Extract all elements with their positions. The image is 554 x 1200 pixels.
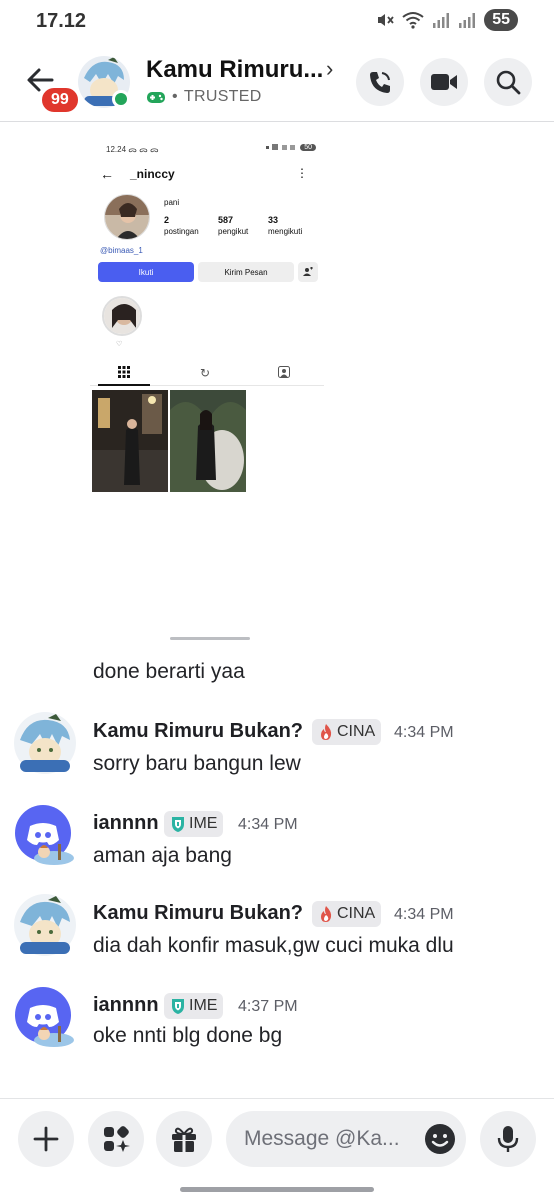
video-camera-icon	[431, 74, 457, 90]
embedded-message-button: Kirim Pesan	[198, 262, 294, 282]
embedded-tagged-icon	[278, 366, 290, 381]
message-author[interactable]: iannnn	[93, 812, 159, 835]
clan-tag[interactable]: IME	[164, 993, 224, 1019]
status-time: 17.12	[36, 10, 87, 32]
message-author[interactable]: Kamu Rimuru Bukan?	[93, 720, 303, 743]
status-icons: 55	[376, 9, 518, 31]
search-button[interactable]	[484, 58, 532, 106]
message-text: dia dah konfir masuk,gw cuci muka dlu	[93, 934, 454, 957]
avatar[interactable]	[14, 712, 76, 774]
avatar[interactable]	[14, 986, 76, 1048]
clan-tag[interactable]: CINA	[312, 901, 382, 927]
image-attachment[interactable]: 12.24 ᯅ ᯅ ᯅ 50 ← _ninccy ⋮ pani 2 posting…	[90, 136, 328, 496]
avatar[interactable]	[14, 894, 76, 956]
embedded-back-icon: ←	[100, 166, 114, 182]
message-timestamp: 4:37 PM	[238, 998, 298, 1015]
message-author[interactable]: Kamu Rimuru Bukan?	[93, 902, 303, 925]
message-input[interactable]: Message @Ka...	[226, 1111, 466, 1167]
embedded-stat-following: 33 mengikuti	[268, 215, 303, 236]
add-attachment-button[interactable]	[18, 1111, 74, 1167]
flame-icon	[321, 724, 332, 740]
microphone-icon	[497, 1126, 519, 1152]
message-text: oke nnti blg done bg	[93, 1024, 283, 1047]
shield-icon	[172, 817, 184, 832]
clan-tag[interactable]: IME	[164, 811, 224, 837]
shield-icon	[172, 999, 184, 1014]
contact-subtitle: • TRUSTED	[146, 88, 262, 106]
gamepad-icon	[147, 92, 165, 103]
embedded-battery: 50	[300, 143, 316, 151]
embedded-reels-icon: ↻	[200, 366, 211, 380]
embedded-post-2	[170, 390, 246, 492]
home-indicator	[180, 1187, 374, 1192]
gift-button[interactable]	[156, 1111, 212, 1167]
phone-icon	[370, 72, 390, 93]
image-divider	[170, 637, 250, 640]
status-bar: 17.12 55	[0, 0, 554, 44]
trusted-label: TRUSTED	[183, 88, 262, 105]
online-status-dot	[112, 90, 130, 108]
message-timestamp: 4:34 PM	[394, 906, 454, 923]
flame-icon	[321, 906, 332, 922]
wifi-icon	[402, 12, 424, 29]
embedded-display-name: pani	[164, 198, 180, 207]
voice-call-button[interactable]	[356, 58, 404, 106]
embedded-status-time: 12.24 ᯅ ᯅ ᯅ	[106, 145, 159, 154]
message-composer: Message @Ka...	[0, 1098, 554, 1182]
message-text: sorry baru bangun lew	[93, 752, 301, 775]
message-text: done berarti yaa	[93, 660, 245, 683]
embedded-more-icon: ⋮	[296, 166, 308, 180]
embedded-story-highlight	[102, 296, 142, 336]
embedded-follow-button: Ikuti	[98, 262, 194, 282]
plus-icon	[33, 1126, 59, 1152]
clan-tag[interactable]: CINA	[312, 719, 382, 745]
apps-button[interactable]	[88, 1111, 144, 1167]
message-timestamp: 4:34 PM	[394, 724, 454, 741]
contact-name[interactable]: Kamu Rimuru...	[146, 56, 323, 84]
embedded-active-tab-indicator	[98, 384, 150, 386]
embedded-highlight-label: ♡	[116, 341, 123, 348]
embedded-post-1	[92, 390, 168, 492]
apps-icon	[104, 1126, 130, 1152]
avatar[interactable]	[14, 804, 76, 866]
unread-badge: 99	[40, 86, 80, 114]
embedded-username: _ninccy	[130, 167, 175, 181]
embedded-profile-tabs: ↻	[90, 360, 324, 386]
embedded-status-icons: 50	[266, 143, 316, 151]
embedded-stat-followers: 587 pengikut	[218, 215, 249, 236]
emoji-icon[interactable]	[424, 1123, 456, 1155]
message-timestamp: 4:34 PM	[238, 816, 298, 833]
subtitle-separator: •	[172, 88, 178, 105]
message-author[interactable]: iannnn	[93, 994, 159, 1017]
chat-header: 99 Kamu Rimuru... › • TRUSTED	[0, 44, 554, 122]
battery-indicator: 55	[484, 9, 518, 31]
embedded-grid-icon	[118, 366, 130, 381]
embedded-profile-avatar	[104, 194, 150, 240]
gift-icon	[172, 1127, 196, 1152]
message-input-placeholder: Message @Ka...	[244, 1127, 400, 1150]
chevron-right-icon[interactable]: ›	[326, 56, 333, 82]
voice-message-button[interactable]	[480, 1111, 536, 1167]
embedded-add-user-icon	[298, 262, 318, 282]
embedded-tagged-user: @bimaas_1	[100, 246, 143, 255]
signal-icon-2	[459, 13, 476, 28]
signal-icon	[433, 13, 450, 28]
video-call-button[interactable]	[420, 58, 468, 106]
embedded-stat-posts: 2 postingan	[164, 215, 199, 236]
search-icon	[496, 70, 521, 95]
message-text: aman aja bang	[93, 844, 232, 867]
mute-icon	[378, 14, 394, 26]
